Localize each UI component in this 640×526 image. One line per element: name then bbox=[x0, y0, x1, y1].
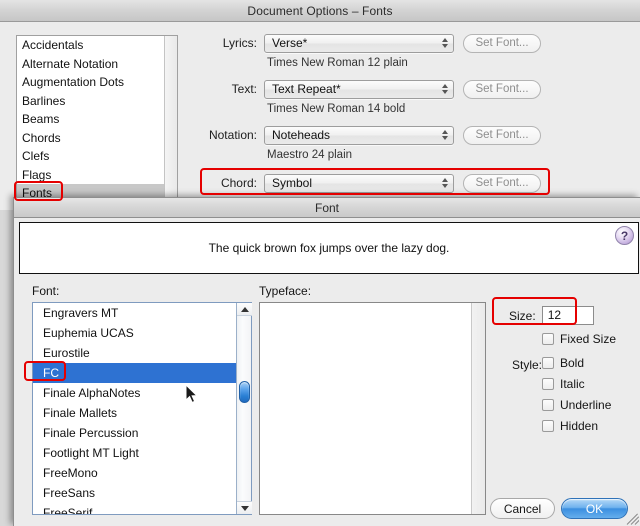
scroll-down-arrow-icon[interactable] bbox=[237, 501, 252, 514]
font-list-item[interactable]: FreeSans bbox=[33, 483, 236, 503]
style-label: Style: bbox=[512, 358, 542, 372]
size-field-row: Size: 12 bbox=[509, 306, 594, 325]
font-list-item[interactable]: Eurostile bbox=[33, 343, 236, 363]
category-item-barlines[interactable]: Barlines bbox=[17, 92, 177, 111]
notation-combobox-value: Noteheads bbox=[265, 128, 330, 142]
underline-label: Underline bbox=[560, 398, 611, 412]
font-list-item[interactable]: Finale Percussion bbox=[33, 423, 236, 443]
font-list-item[interactable]: Footlight MT Light bbox=[33, 443, 236, 463]
chord-combobox[interactable]: Symbol bbox=[264, 174, 454, 193]
lyrics-font-description: Times New Roman 12 plain bbox=[267, 57, 408, 69]
stepper-icon[interactable] bbox=[439, 82, 450, 97]
text-font-description: Times New Roman 14 bold bbox=[267, 103, 405, 115]
category-item-clefs[interactable]: Clefs bbox=[17, 147, 177, 166]
notation-label: Notation: bbox=[196, 128, 264, 142]
size-label: Size: bbox=[509, 309, 536, 323]
category-item-accidentals[interactable]: Accidentals bbox=[17, 36, 177, 55]
italic-checkbox[interactable] bbox=[542, 378, 554, 390]
bold-label: Bold bbox=[560, 356, 584, 370]
typeface-list-scrollbar[interactable] bbox=[471, 303, 485, 514]
font-preview-text: The quick brown fox jumps over the lazy … bbox=[209, 241, 450, 255]
font-list-scrollbar-thumb[interactable] bbox=[239, 381, 250, 403]
category-item-augmentation-dots[interactable]: Augmentation Dots bbox=[17, 73, 177, 92]
underline-checkbox-row[interactable]: Underline bbox=[542, 398, 611, 412]
category-item-alternate-notation[interactable]: Alternate Notation bbox=[17, 55, 177, 74]
document-options-body: Accidentals Alternate Notation Augmentat… bbox=[0, 23, 640, 210]
underline-checkbox[interactable] bbox=[542, 399, 554, 411]
lyrics-label: Lyrics: bbox=[196, 36, 264, 50]
font-list-scrollbar[interactable] bbox=[236, 303, 251, 514]
chord-row: Chord: Symbol Set Font... bbox=[196, 173, 541, 193]
font-list-label: Font: bbox=[32, 284, 59, 298]
font-list-item[interactable]: Finale AlphaNotes bbox=[33, 383, 236, 403]
hidden-checkbox[interactable] bbox=[542, 420, 554, 432]
fixed-size-label: Fixed Size bbox=[560, 332, 616, 346]
help-icon[interactable]: ? bbox=[615, 226, 634, 245]
text-label: Text: bbox=[196, 82, 264, 96]
font-list-item[interactable]: Engravers MT bbox=[33, 303, 236, 323]
notation-row: Notation: Noteheads Set Font... bbox=[196, 125, 541, 145]
notation-set-font-button[interactable]: Set Font... bbox=[463, 126, 541, 145]
scroll-up-arrow-icon[interactable] bbox=[237, 303, 252, 316]
notation-font-description: Maestro 24 plain bbox=[267, 149, 352, 161]
font-dialog-title: Font bbox=[315, 201, 339, 215]
document-options-window: Document Options – Fonts Accidentals Alt… bbox=[0, 0, 640, 210]
category-list[interactable]: Accidentals Alternate Notation Augmentat… bbox=[16, 35, 178, 203]
font-list-item[interactable]: Euphemia UCAS bbox=[33, 323, 236, 343]
chord-label: Chord: bbox=[196, 176, 264, 190]
bold-checkbox[interactable] bbox=[542, 357, 554, 369]
font-list[interactable]: Engravers MT Euphemia UCAS Eurostile FC … bbox=[32, 302, 252, 515]
document-options-title: Document Options – Fonts bbox=[247, 4, 392, 18]
bold-checkbox-row[interactable]: Bold bbox=[542, 356, 584, 370]
font-list-item[interactable]: Finale Mallets bbox=[33, 403, 236, 423]
lyrics-set-font-button[interactable]: Set Font... bbox=[463, 34, 541, 53]
font-preview-box: The quick brown fox jumps over the lazy … bbox=[19, 222, 639, 274]
chord-combobox-value: Symbol bbox=[265, 176, 312, 190]
fixed-size-checkbox-row[interactable]: Fixed Size bbox=[542, 332, 616, 346]
cancel-button[interactable]: Cancel bbox=[490, 498, 555, 519]
typeface-list[interactable] bbox=[259, 302, 486, 515]
lyrics-combobox[interactable]: Verse* bbox=[264, 34, 454, 53]
notation-combobox[interactable]: Noteheads bbox=[264, 126, 454, 145]
document-options-titlebar: Document Options – Fonts bbox=[0, 0, 640, 22]
mouse-cursor-icon bbox=[185, 384, 199, 404]
stepper-icon[interactable] bbox=[439, 176, 450, 191]
font-list-item-selected[interactable]: FC bbox=[33, 363, 236, 383]
size-input[interactable]: 12 bbox=[542, 306, 594, 325]
hidden-label: Hidden bbox=[560, 419, 598, 433]
text-combobox[interactable]: Text Repeat* bbox=[264, 80, 454, 99]
ok-button[interactable]: OK bbox=[561, 498, 628, 519]
text-row: Text: Text Repeat* Set Font... bbox=[196, 79, 541, 99]
category-item-beams[interactable]: Beams bbox=[17, 110, 177, 129]
lyrics-combobox-value: Verse* bbox=[265, 36, 307, 50]
category-item-chords[interactable]: Chords bbox=[17, 129, 177, 148]
text-combobox-value: Text Repeat* bbox=[265, 82, 341, 96]
hidden-checkbox-row[interactable]: Hidden bbox=[542, 419, 598, 433]
chord-set-font-button[interactable]: Set Font... bbox=[463, 174, 541, 193]
category-item-flags[interactable]: Flags bbox=[17, 166, 177, 185]
font-dialog-titlebar: Font bbox=[14, 198, 640, 218]
font-list-item[interactable]: FreeSerif bbox=[33, 503, 236, 514]
stepper-icon[interactable] bbox=[439, 36, 450, 51]
font-list-item[interactable]: FreeMono bbox=[33, 463, 236, 483]
italic-checkbox-row[interactable]: Italic bbox=[542, 377, 585, 391]
category-list-scrollbar[interactable] bbox=[164, 36, 177, 202]
font-list-items[interactable]: Engravers MT Euphemia UCAS Eurostile FC … bbox=[33, 303, 236, 514]
resize-grip-icon[interactable] bbox=[625, 511, 639, 525]
stepper-icon[interactable] bbox=[439, 128, 450, 143]
font-dialog: Font The quick brown fox jumps over the … bbox=[13, 197, 640, 526]
text-set-font-button[interactable]: Set Font... bbox=[463, 80, 541, 99]
typeface-list-label: Typeface: bbox=[259, 284, 311, 298]
fixed-size-checkbox[interactable] bbox=[542, 333, 554, 345]
italic-label: Italic bbox=[560, 377, 585, 391]
lyrics-row: Lyrics: Verse* Set Font... bbox=[196, 33, 541, 53]
